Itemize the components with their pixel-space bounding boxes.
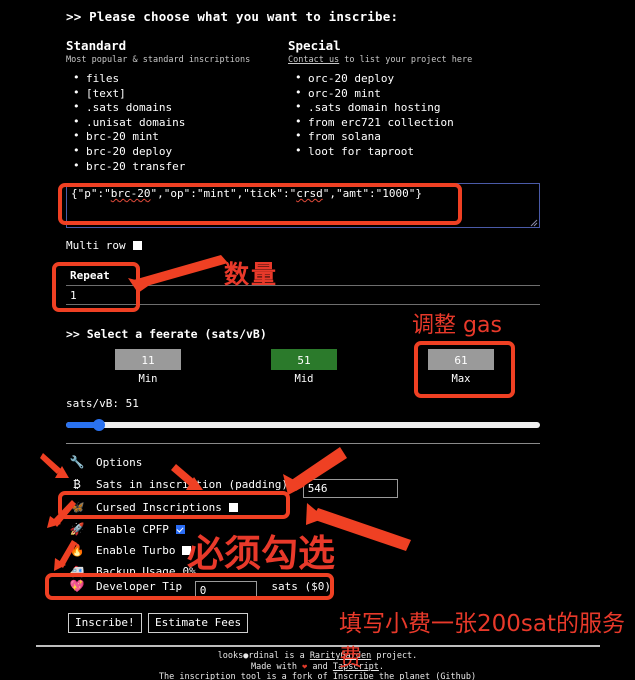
tapscript-link[interactable]: Tapscript [333,662,379,672]
standard-column: Standard Most popular & standard inscrip… [66,38,296,174]
contact-us-link[interactable]: Contact us [288,55,339,65]
inscription-textarea-wrap [66,183,540,228]
developer-tip-input[interactable] [194,581,257,600]
developer-tip-label: Developer Tip [96,580,183,593]
feerate-mid-caption: Mid [294,373,314,385]
enable-turbo-label: Enable Turbo [96,544,176,557]
estimate-fees-button[interactable]: Estimate Fees [148,613,249,633]
list-item[interactable]: loot for taproot [288,144,548,160]
raritygarden-link[interactable]: RarityGarden [310,651,371,661]
special-subtitle-rest: to list your project here [339,55,473,65]
rocket-icon: 🚀 [69,522,85,536]
fire-icon: 🔥 [69,543,85,557]
bitcoin-icon: ₿ [73,477,81,491]
option-row-turbo: 🔥 Enable Turbo [66,543,192,557]
footer-divider [36,645,600,647]
ambulance-icon: 🚑 [69,564,85,578]
feerate-slider-thumb[interactable] [93,419,106,431]
options-heading: 🔧 Options [66,455,143,469]
inscription-tool-page: >> Please choose what you want to inscri… [0,0,635,680]
list-item[interactable]: files [66,71,296,87]
list-item[interactable]: brc-20 deploy [66,144,296,160]
list-item[interactable]: from solana [288,129,548,145]
standard-list: files [text] .sats domains .unisat domai… [66,71,296,175]
list-item[interactable]: orc-20 deploy [288,71,548,87]
feerate-min-caption: Min [138,373,158,385]
backup-usage-value: 0% [182,565,196,578]
feerate-max-caption: Max [451,373,471,385]
repeat-label: Repeat [70,269,110,282]
option-row-padding: ₿ Sats in inscription (padding) [66,477,398,498]
feerate-slider[interactable] [66,419,540,431]
enable-cpfp-label: Enable CPFP [96,523,169,536]
special-title: Special [288,38,341,53]
multi-row-label: Multi row [66,239,126,252]
padding-label: Sats in inscription (padding) [96,478,289,491]
special-subtitle: Contact us to list your project here [288,55,548,66]
list-item[interactable]: orc-20 mint [288,86,548,102]
option-row-backup: 🚑 Backup Usage 0% [66,564,196,578]
footer-line-3: The inscription tool is a fork of Inscri… [158,672,477,680]
standard-subtitle: Most popular & standard inscriptions [66,55,251,65]
sparkling-heart-icon: 💖 [69,579,85,593]
list-item[interactable]: brc-20 mint [66,129,296,145]
list-item[interactable]: brc-20 transfer [66,159,296,175]
option-row-cpfp: 🚀 Enable CPFP [66,522,185,536]
enable-turbo-checkbox[interactable] [182,546,192,555]
backup-usage-link[interactable]: Backup Usage [96,565,175,578]
feerate-min-button[interactable]: 11 [115,349,181,370]
special-column: Special Contact us to list your project … [288,38,548,160]
option-row-cursed: 🦋 Cursed Inscriptions [66,500,238,514]
padding-input[interactable] [302,479,398,498]
feerate-current-value: sats/vB: 51 [66,397,139,410]
list-item[interactable]: [text] [66,86,296,102]
cursed-inscriptions-label: Cursed Inscriptions [96,501,222,514]
list-item[interactable]: .sats domain hosting [288,100,548,116]
inscribe-button[interactable]: Inscribe! [68,613,142,633]
footer-line-1: looks●rdinal is a RarityGarden project. [217,651,418,661]
list-item[interactable]: .sats domains [66,100,296,116]
cursed-inscriptions-checkbox[interactable] [228,503,238,512]
multi-row-control[interactable]: Multi row [66,239,142,252]
feerate-mid-button[interactable]: 51 [271,349,337,370]
list-item[interactable]: from erc721 collection [288,115,548,131]
footer-line-2: Made with ❤ and Tapscript. [250,661,385,672]
repeat-input[interactable] [66,285,540,305]
section-divider [66,443,540,444]
inscription-textarea[interactable] [66,183,540,228]
options-heading-label: Options [96,456,143,469]
list-item[interactable]: .unisat domains [66,115,296,131]
developer-tip-suffix: sats ($0) [271,580,331,593]
multi-row-checkbox[interactable] [132,241,142,250]
annotation-must-check: 必须勾选 [187,532,335,575]
option-row-developer-tip: 💖 Developer Tip sats ($0) [66,579,331,600]
feerate-max-button[interactable]: 61 [428,349,494,370]
standard-title: Standard [66,38,127,53]
feerate-slider-track[interactable] [66,422,540,428]
feerate-heading: >> Select a feerate (sats/vB) [66,327,267,341]
special-list: orc-20 deploy orc-20 mint .sats domain h… [288,71,548,160]
footer: looks●rdinal is a RarityGarden project. … [0,651,635,680]
enable-cpfp-checkbox[interactable] [175,525,185,534]
annotation-adjust-gas: 调整 gas [412,313,502,338]
page-title: >> Please choose what you want to inscri… [66,9,399,24]
butterfly-icon: 🦋 [69,500,85,514]
wrench-icon: 🔧 [69,455,85,469]
